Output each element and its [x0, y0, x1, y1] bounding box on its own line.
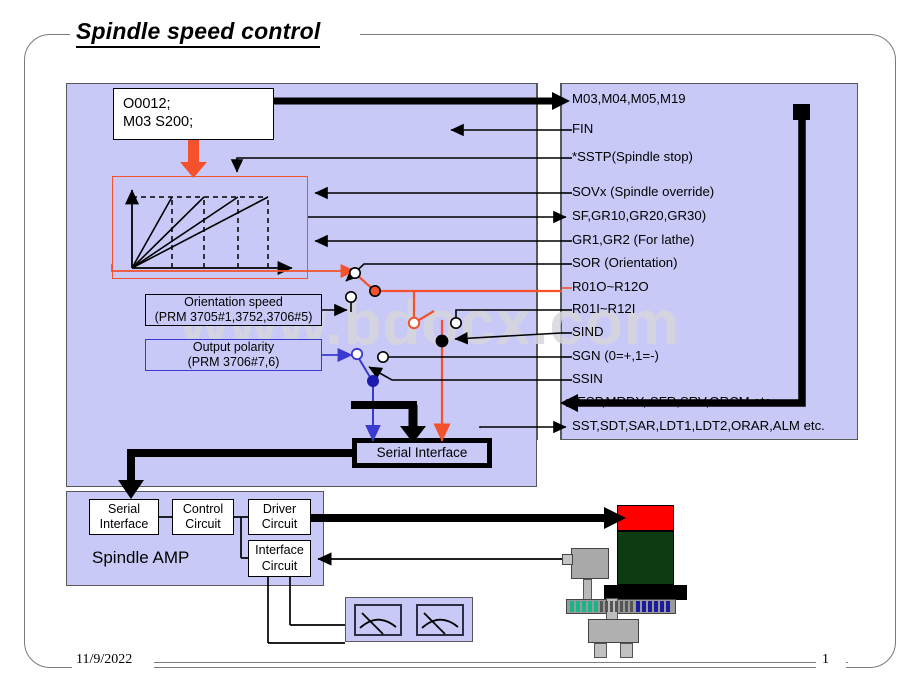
gear-belt-teeth	[570, 601, 670, 612]
signal-label-9: SIND	[572, 324, 604, 339]
wire-ssin	[368, 366, 561, 381]
footer-date: 11/9/2022	[76, 652, 133, 667]
signal-stubs	[561, 129, 572, 381]
red-switch-contacts[interactable]	[348, 266, 449, 348]
diagram-wiring-overlay	[111, 92, 810, 644]
signal-label-5: GR1,GR2 (For lathe)	[572, 232, 695, 247]
sgn-contact[interactable]	[376, 350, 389, 363]
wire-sst	[479, 420, 567, 434]
wire-r01i	[455, 309, 561, 318]
signal-label-11: SSIN	[572, 371, 603, 386]
signal-label-4: SF,GR10,GR20,GR30)	[572, 208, 707, 223]
signal-label-8: R01I~R12I	[572, 301, 636, 316]
wire-orientation-speed	[322, 290, 357, 317]
serial-down-bus	[351, 401, 426, 443]
r01i-contact[interactable]	[449, 316, 462, 329]
signal-label-0: M03,M04,M05,M19	[572, 91, 686, 106]
footer-rule	[72, 662, 848, 663]
amp-internal-wiring	[159, 516, 345, 644]
signal-label-1: FIN	[572, 121, 594, 136]
blue-polarity-path	[322, 347, 381, 442]
signal-label-7: R01O~R12O	[572, 279, 649, 294]
signal-label-2: *SSTP(Spindle stop)	[572, 149, 693, 164]
wire-sstp	[230, 157, 561, 173]
program-to-mcode-bus	[274, 92, 570, 110]
red-speed-command-path	[111, 263, 562, 442]
slide-root: Spindle speed control www.bdocx.com O001…	[0, 0, 920, 690]
signal-label-13: SST,SDT,SAR,LDT1,LDT2,ORAR,ALM etc.	[572, 418, 825, 433]
signal-label-6: SOR (Orientation)	[572, 255, 678, 270]
program-to-graph-arrow	[180, 140, 207, 178]
serial-to-amp-bus	[118, 449, 352, 499]
signal-label-12: *ESP,MRDY, SFR,SRV,ORCM etc.	[572, 394, 775, 409]
footer-gap-right	[816, 652, 846, 672]
meter-gauges	[354, 604, 464, 636]
signal-label-3: SOVx (Spindle override)	[572, 184, 715, 199]
gear-ratio-graph-content	[124, 189, 293, 276]
footer-page-number: 1	[822, 652, 829, 667]
signal-label-10: SGN (0=+,1=-)	[572, 348, 659, 363]
driver-to-motor-bus	[311, 507, 626, 529]
wire-sor	[345, 263, 561, 282]
wire-sind	[454, 332, 562, 345]
